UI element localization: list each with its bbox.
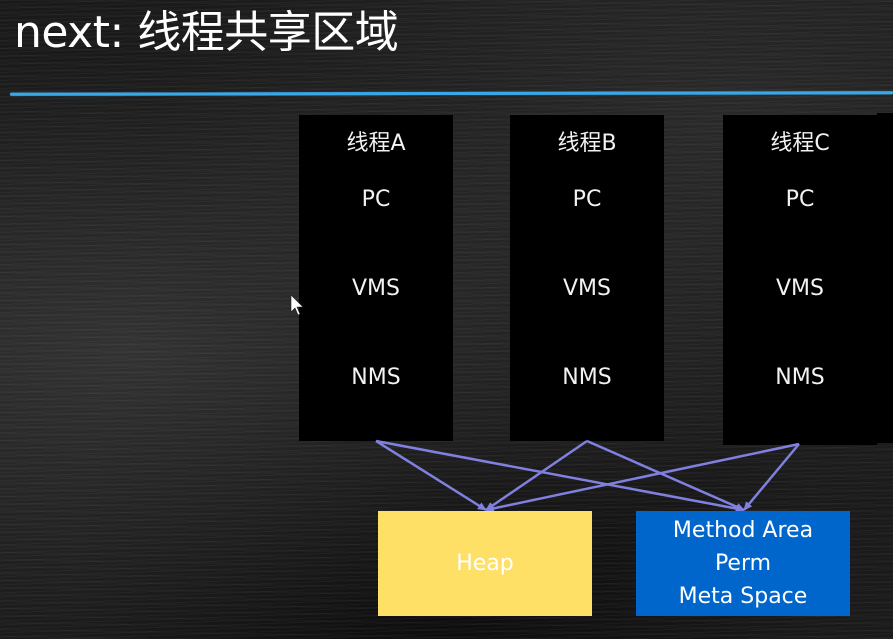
method-area: Method Area Perm Meta Space	[636, 511, 850, 616]
method-area-label: Method Area	[672, 518, 814, 543]
heap-label: Heap	[456, 551, 514, 576]
arrow-4	[586, 439, 745, 512]
mouse-cursor-icon	[290, 294, 304, 316]
perm-label: Perm	[714, 551, 772, 576]
heap-area: Heap	[378, 511, 592, 616]
meta-space-label: Meta Space	[678, 584, 808, 609]
